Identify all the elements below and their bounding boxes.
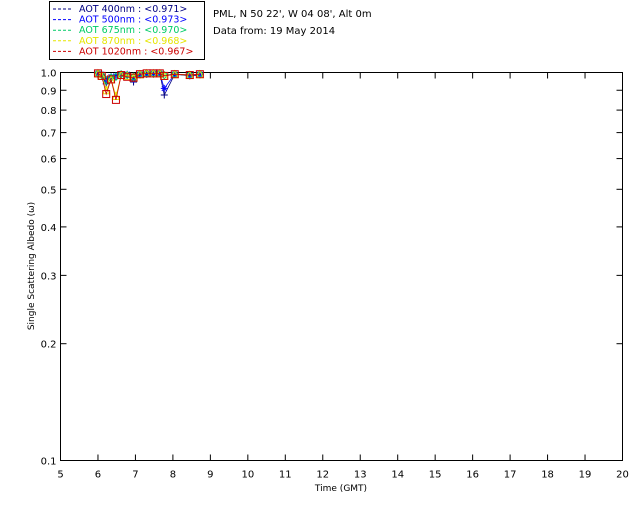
x-tick-label: 9 — [207, 470, 213, 481]
x-tick-label: 7 — [132, 470, 138, 481]
series-2-point — [160, 84, 168, 92]
y-tick-label: 0.7 — [41, 129, 57, 140]
x-tick-label: 12 — [316, 470, 329, 481]
plot-area — [60, 72, 623, 461]
y-tick-label: 0.8 — [41, 106, 57, 117]
y-tick-label: 1.0 — [41, 69, 57, 80]
x-tick-label: 18 — [541, 470, 554, 481]
y-tick-label: 0.5 — [41, 185, 57, 196]
x-tick-label: 10 — [241, 470, 254, 481]
data-date-text: Data from: 19 May 2014 — [213, 26, 335, 37]
x-tick-label: 16 — [466, 470, 479, 481]
x-axis-label: Time (GMT) — [314, 484, 367, 494]
data-marks — [93, 68, 205, 104]
x-tick-label: 8 — [170, 470, 176, 481]
legend-entry-label: AOT 400nm : <0.971> — [79, 4, 187, 15]
legend-entry-label: AOT 870nm : <0.968> — [79, 36, 187, 47]
x-tick-label: 15 — [429, 470, 442, 481]
legend-entry-label: AOT 500nm : <0.973> — [79, 15, 187, 26]
y-tick-label: 0.9 — [41, 86, 57, 97]
x-tick-label: 13 — [354, 470, 367, 481]
x-tick-label: 20 — [616, 470, 629, 481]
legend-entry-label: AOT 675nm : <0.970> — [79, 25, 187, 36]
x-tick-label: 11 — [279, 470, 292, 481]
y-tick-label: 0.4 — [41, 223, 57, 234]
site-location-text: PML, N 50 22', W 04 08', Alt 0m — [213, 9, 372, 20]
y-tick-label: 0.2 — [41, 340, 57, 351]
y-tick-label: 0.6 — [41, 155, 57, 166]
y-tick-label: 0.1 — [41, 457, 57, 468]
x-tick-label: 6 — [95, 470, 101, 481]
series-1-point — [160, 91, 168, 99]
single-scattering-albedo-chart: AOT 400nm : <0.971>AOT 500nm : <0.973>AO… — [27, 1, 629, 494]
x-tick-label: 19 — [579, 470, 592, 481]
y-axis-label: Single Scattering Albedo (ω) — [27, 202, 37, 330]
legend: AOT 400nm : <0.971>AOT 500nm : <0.973>AO… — [49, 1, 205, 60]
legend-entry-label: AOT 1020nm : <0.967> — [79, 46, 193, 57]
x-tick-label: 5 — [57, 470, 63, 481]
x-axis: 5 6 7 8 9 10 11 12 13 14 15 16 17 18 19 20 — [57, 72, 629, 481]
x-tick-label: 17 — [504, 470, 517, 481]
x-tick-label: 14 — [391, 470, 404, 481]
y-axis: 0.1 0.2 0.3 0.4 0.5 0.6 0.7 0.8 0.9 1.0 — [41, 69, 623, 468]
y-tick-label: 0.3 — [41, 271, 57, 282]
